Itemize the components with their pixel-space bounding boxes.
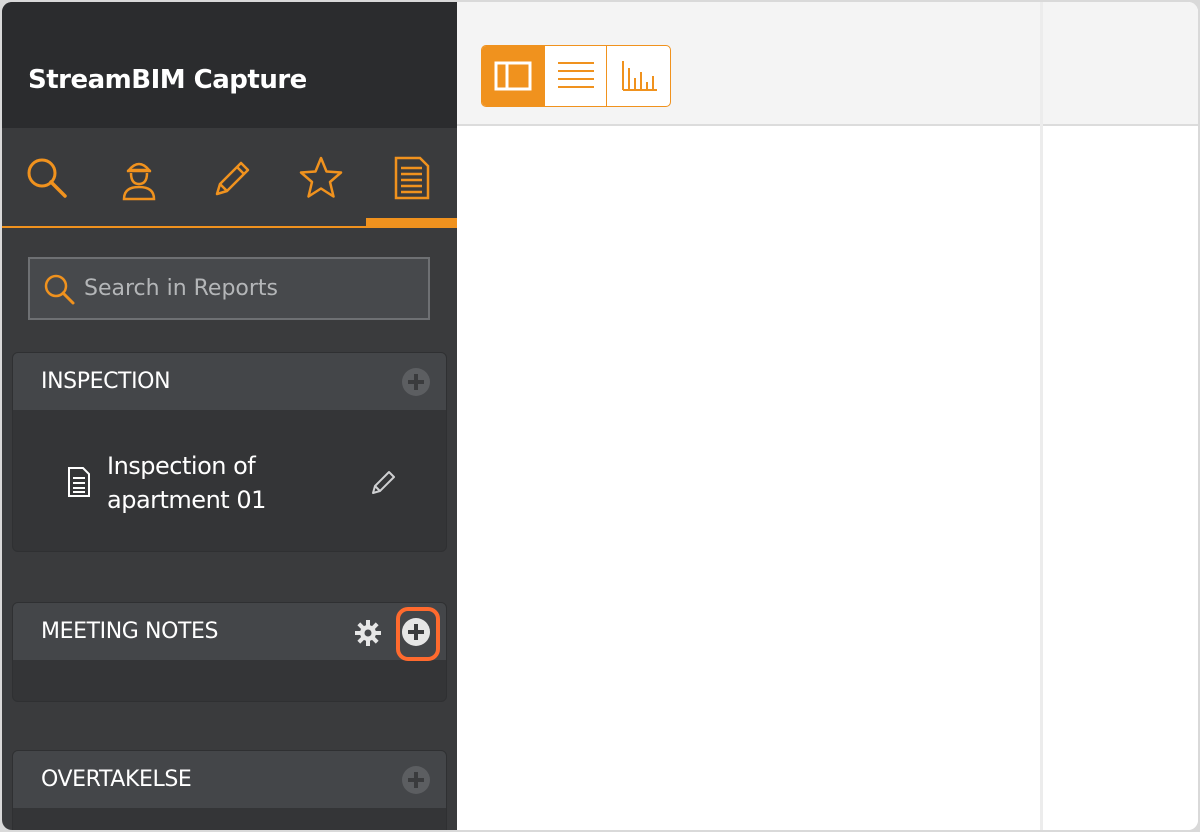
worker-icon [122, 162, 156, 201]
add-report-button[interactable] [402, 368, 430, 396]
sidebar: StreamBIM Capture Search in Reports INSP… [2, 2, 457, 830]
nav-tabs [2, 128, 457, 228]
section-title: MEETING NOTES [41, 619, 219, 644]
search-box[interactable] [28, 257, 430, 320]
section-inspection: INSPECTION Inspection of apartment 01 [12, 352, 447, 552]
tab-search[interactable] [2, 128, 92, 228]
bar-chart-icon [621, 61, 657, 91]
gear-icon[interactable] [354, 619, 382, 647]
section-overtakelse: OVERTAKELSE [12, 750, 447, 830]
list-view-button[interactable] [545, 46, 608, 106]
search-input[interactable] [84, 276, 404, 301]
add-overtakelse-button[interactable] [402, 766, 430, 794]
report-name: Inspection of apartment 01 [107, 452, 266, 514]
section-header: INSPECTION [13, 353, 446, 410]
tab-favorites[interactable] [276, 128, 366, 228]
document-icon [394, 156, 430, 200]
main-content [457, 128, 1040, 830]
tab-annotate[interactable] [186, 128, 276, 228]
pencil-icon [215, 161, 250, 196]
active-tab-indicator [366, 218, 457, 227]
section-header: MEETING NOTES [13, 603, 446, 661]
panel-icon [494, 61, 532, 91]
pencil-icon[interactable] [369, 467, 399, 497]
right-panel-header [1043, 2, 1198, 126]
add-meeting-note-button[interactable] [402, 618, 430, 646]
tab-people[interactable] [94, 128, 184, 228]
right-panel [1043, 2, 1198, 830]
search-icon [27, 158, 67, 198]
tab-reports[interactable] [367, 128, 457, 228]
section-header: OVERTAKELSE [13, 751, 446, 808]
star-icon [299, 156, 343, 198]
section-meeting-notes: MEETING NOTES [12, 602, 447, 702]
section-title: INSPECTION [41, 369, 171, 394]
app-header: StreamBIM Capture [2, 2, 457, 128]
app-title: StreamBIM Capture [28, 65, 307, 95]
chart-view-button[interactable] [607, 46, 670, 106]
split-view-button[interactable] [482, 46, 545, 106]
search-icon [44, 274, 75, 304]
list-item[interactable]: Inspection of apartment 01 [63, 449, 423, 529]
lines-icon [557, 62, 594, 88]
app-window: StreamBIM Capture Search in Reports INSP… [2, 2, 1198, 830]
view-switcher [481, 45, 671, 107]
section-title: OVERTAKELSE [41, 767, 192, 792]
document-icon [68, 467, 90, 497]
